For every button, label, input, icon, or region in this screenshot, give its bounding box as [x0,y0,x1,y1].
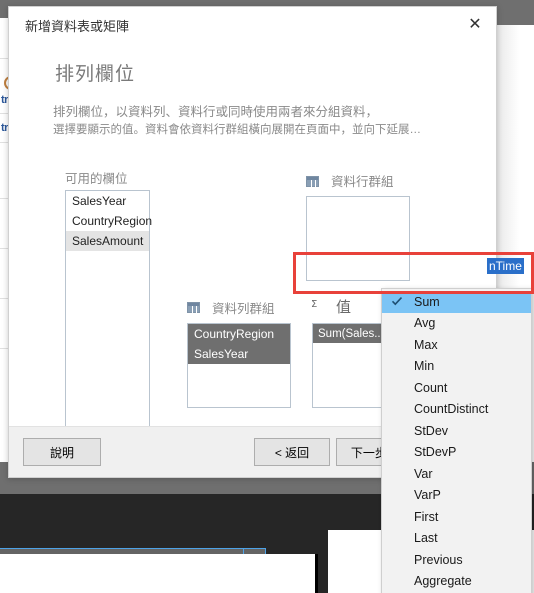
available-fields-label: 可用的欄位 [65,172,128,186]
list-item[interactable]: SalesYear [188,344,290,364]
menu-item-label: Count [414,380,448,395]
screenshot-root: tr tr 資料行 s 新增資料表或矩陣 ✕ 排列欄位 排列欄位，以資料列、資料… [0,0,534,593]
menu-item-label: Var [414,466,433,481]
menu-item-label: Min [414,359,435,374]
menu-item-stdev[interactable]: StDev [382,420,531,442]
menu-item-last[interactable]: Last [382,528,531,550]
row-groups-label: 資料列群組 [212,302,275,316]
menu-item-label: Previous [414,552,463,567]
description-line-1: 排列欄位，以資料列、資料行或同時使用兩者來分組資料， [53,105,379,119]
grid-icon [306,176,319,188]
menu-item-varp[interactable]: VarP [382,485,531,507]
menu-item-label: Avg [414,316,436,331]
list-item[interactable]: CountryRegion [188,324,290,344]
dialog-titlebar: 新增資料表或矩陣 ✕ [9,7,496,41]
aggregate-combobox-value: Sum(Sales... [318,327,384,340]
dialog-title: 新增資料表或矩陣 [25,19,130,34]
menu-item-label: Sum [414,294,440,309]
list-item[interactable]: SalesAmount [66,231,149,251]
row-groups-listbox[interactable]: CountryRegion SalesYear [187,323,291,408]
menu-item-label: StDev [414,423,449,438]
menu-item-label: Max [414,337,438,352]
menu-item-avg[interactable]: Avg [382,313,531,335]
page-title: 排列欄位 [55,64,136,85]
menu-item-countdistinct[interactable]: CountDistinct [382,399,531,421]
menu-item-count[interactable]: Count [382,377,531,399]
column-groups-label: 資料行群組 [331,175,394,189]
help-button[interactable]: 說明 [23,438,101,466]
background-text-fragment-1: tr [1,94,8,106]
dialog-description: 排列欄位，以資料列、資料行或同時使用兩者來分組資料， 選擇要顯示的值。資料會依資… [53,103,473,139]
description-line-2: 選擇要顯示的值。資料會依資料行群組橫向展開在頁面中，並向下延展… [53,123,421,136]
menu-item-label: CountDistinct [414,402,489,417]
menu-item-label: StDevP [414,445,457,460]
menu-item-min[interactable]: Min [382,356,531,378]
menu-item-label: Last [414,531,438,546]
menu-item-previous[interactable]: Previous [382,549,531,571]
aggregate-dropdown-menu[interactable]: Sum Avg Max Min Count CountDistinct StDe… [381,288,532,593]
menu-item-max[interactable]: Max [382,334,531,356]
selected-text-chip: nTime [487,258,524,274]
background-white-area [0,554,318,593]
menu-item-label: VarP [414,488,441,503]
values-label: 值 [336,299,352,316]
menu-item-aggregate[interactable]: Aggregate [382,571,531,593]
menu-item-stdevp[interactable]: StDevP [382,442,531,464]
list-item[interactable]: SalesYear [66,191,149,211]
menu-item-var[interactable]: Var [382,463,531,485]
menu-item-label: First [414,509,439,524]
menu-item-label: Aggregate [414,574,472,589]
available-fields-listbox[interactable]: SalesYear CountryRegion SalesAmount [65,190,152,433]
menu-item-sum[interactable]: Sum [382,291,531,313]
close-icon[interactable]: ✕ [462,13,488,37]
menu-item-first[interactable]: First [382,506,531,528]
background-text-fragment-2: tr [1,122,8,134]
sigma-icon: Σ [311,299,318,310]
list-item[interactable]: CountryRegion [66,211,152,231]
grid-icon [187,302,200,314]
check-icon [391,295,403,307]
column-groups-listbox[interactable] [306,196,410,281]
back-button[interactable]: < 返回 [254,438,330,466]
